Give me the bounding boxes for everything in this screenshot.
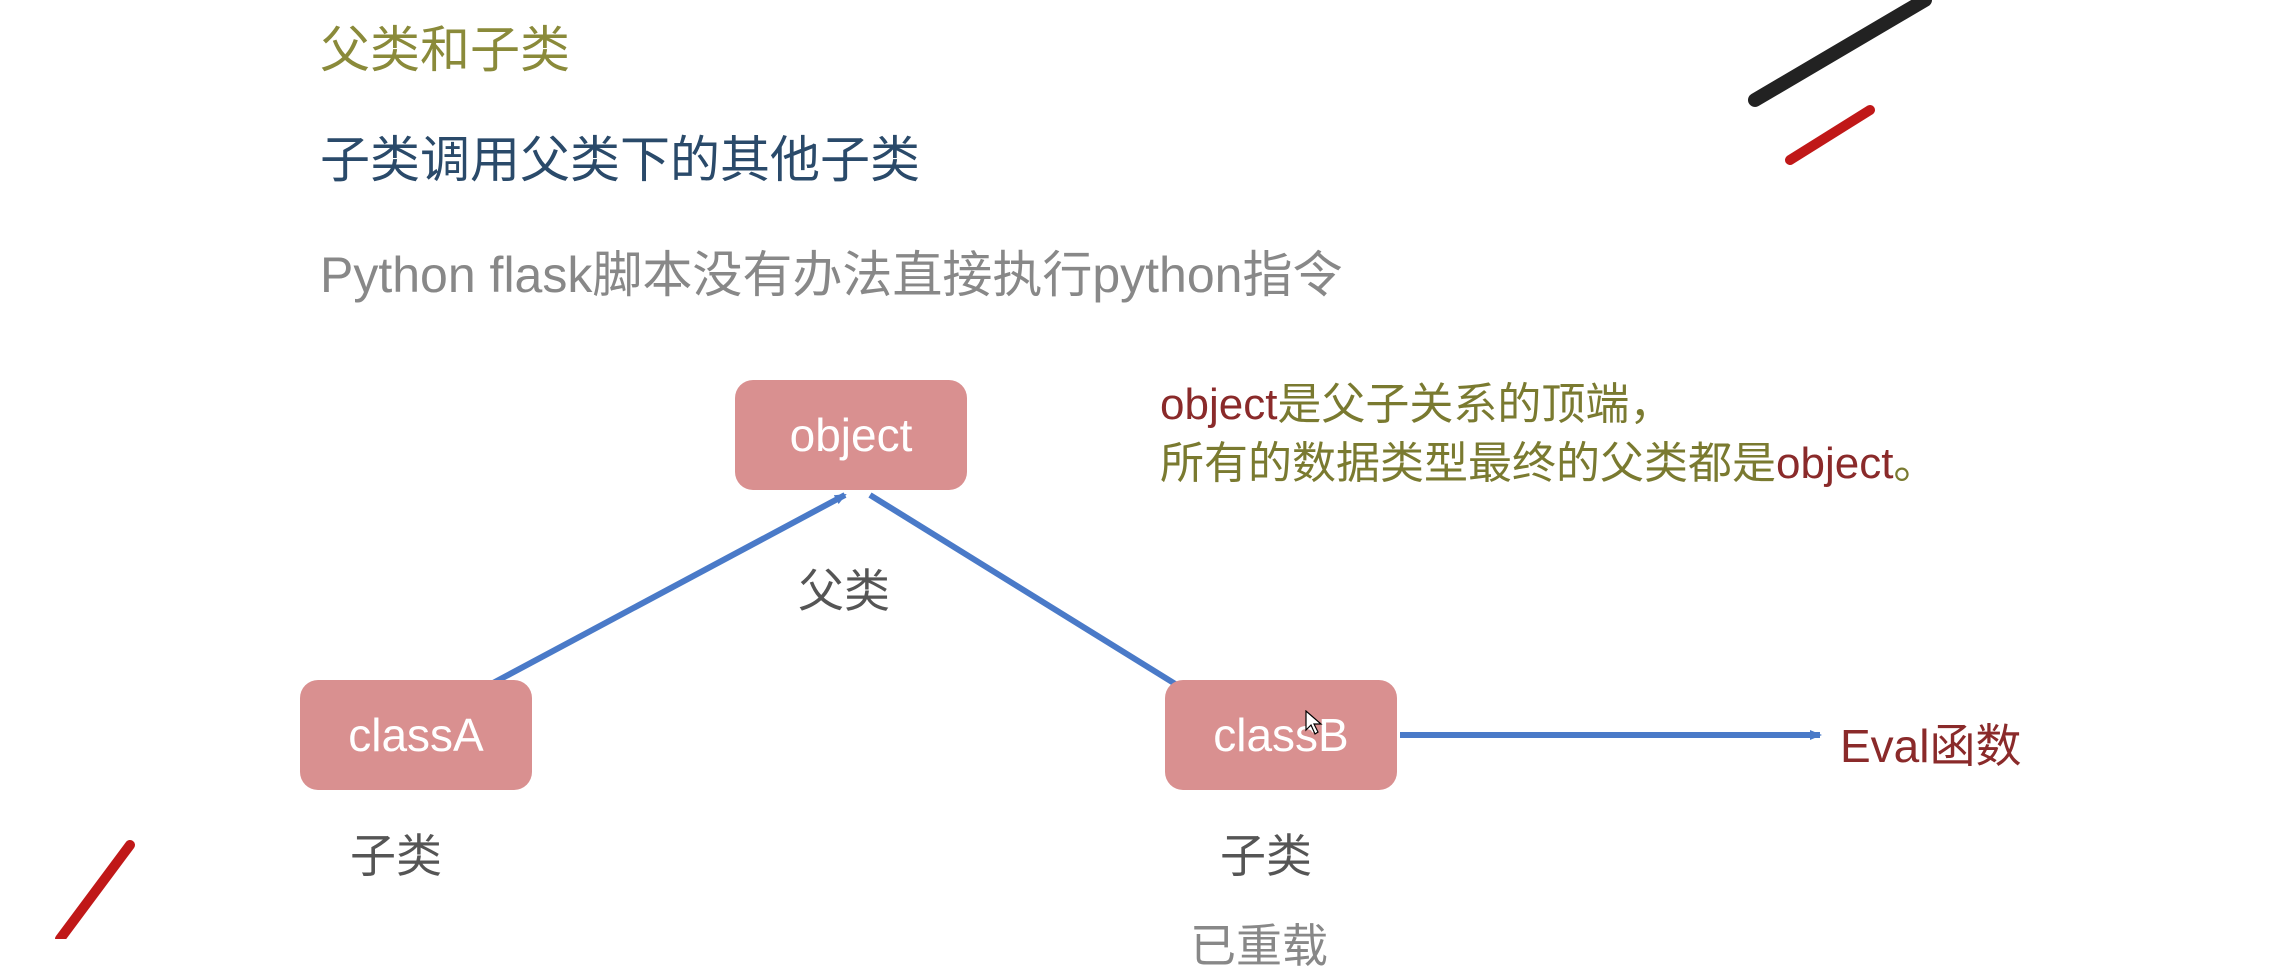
annotation-kw-2: object	[1776, 439, 1893, 488]
heading-subclass-call: 子类调用父类下的其他子类	[320, 120, 920, 192]
heading-parent-child: 父类和子类	[320, 10, 570, 82]
annotation-line2b: 。	[1893, 439, 1937, 488]
node-classA: classA	[300, 680, 532, 790]
node-classB: classB	[1165, 680, 1397, 790]
annotation-kw-1: object	[1160, 380, 1277, 429]
annotation-line1: 是父子关系的顶端，	[1277, 380, 1673, 429]
label-eval-function: Eval函数	[1840, 710, 2021, 776]
heading-flask-note: Python flask脚本没有办法直接执行python指令	[320, 235, 1343, 307]
node-object: object	[735, 380, 967, 490]
label-overload: 已重载	[1190, 910, 1328, 976]
annotation-line2a: 所有的数据类型最终的父类都是	[1160, 439, 1776, 488]
label-parent: 父类	[798, 555, 890, 621]
label-child-b: 子类	[1220, 820, 1312, 886]
annotation-object-text: object是父子关系的顶端， 所有的数据类型最终的父类都是object。	[1160, 375, 1937, 494]
label-child-a: 子类	[350, 820, 442, 886]
